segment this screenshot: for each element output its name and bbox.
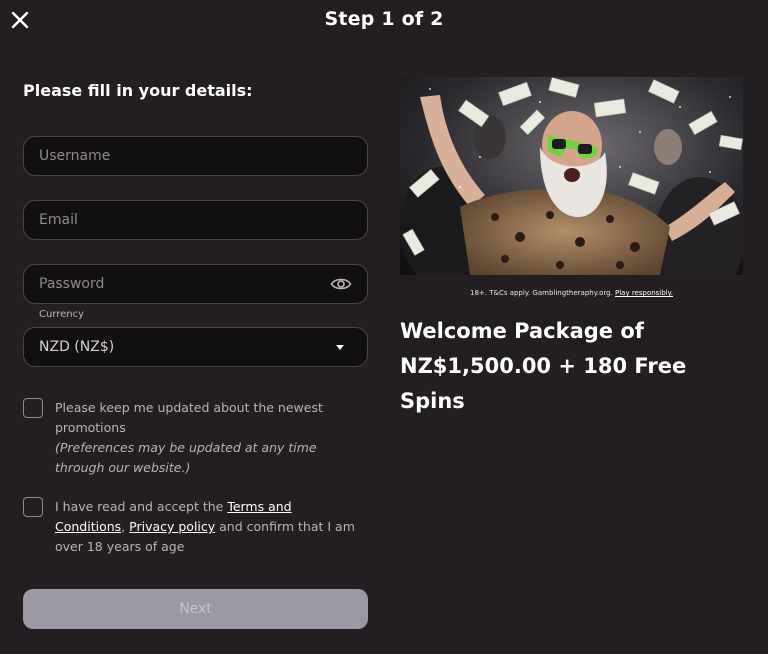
promotions-checkbox[interactable] [23,398,43,418]
next-button[interactable]: Next [23,589,368,629]
caret-down-icon [336,344,344,350]
promotions-note: (Preferences may be updated at any time … [55,440,317,475]
currency-value: NZD (NZ$) [39,339,115,355]
eye-icon[interactable] [330,276,352,292]
promo-title-line2: NZ$1,500.00 + 180 Free Spins [400,354,687,413]
email-input[interactable] [39,212,352,228]
password-field[interactable] [23,264,368,304]
terms-consent: I have read and accept the Terms and Con… [23,497,368,557]
email-field[interactable] [23,200,368,240]
terms-comma: , [121,519,126,534]
step-title: Step 1 of 2 [324,8,444,30]
form-heading: Please fill in your details: [23,81,253,100]
terms-text-block: I have read and accept the Terms and Con… [55,497,365,557]
currency-label: Currency [39,309,85,320]
username-field[interactable] [23,136,368,176]
promo-title: Welcome Package of NZ$1,500.00 + 180 Fre… [400,314,750,419]
promo-title-line1: Welcome Package of [400,319,644,343]
play-responsibly-link[interactable]: Play responsibly. [615,289,673,297]
terms-checkbox[interactable] [23,497,43,517]
username-input[interactable] [39,148,352,164]
disclaimer-text: 18+. T&Cs apply. Gamblingtheraphy.org. [469,289,615,297]
promotions-text: Please keep me updated about the newest … [55,400,323,435]
promotions-consent: Please keep me updated about the newest … [23,398,368,478]
promo-image [400,77,743,275]
disclaimer: 18+. T&Cs apply. Gamblingtheraphy.org. P… [400,289,743,297]
currency-select[interactable]: NZD (NZ$) [23,327,368,367]
promotions-text-block: Please keep me updated about the newest … [55,398,365,478]
terms-prefix: I have read and accept the [55,499,228,514]
password-input[interactable] [39,276,330,292]
privacy-link[interactable]: Privacy policy [129,519,215,534]
